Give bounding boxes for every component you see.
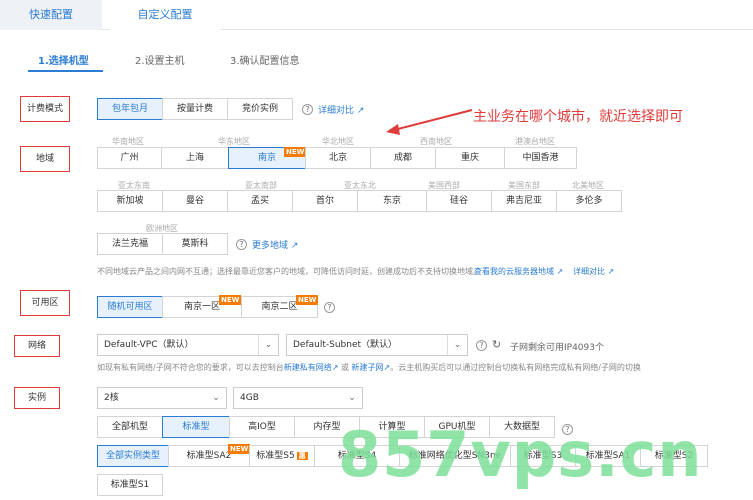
tab-quick-config[interactable]: 快速配置 [0, 0, 102, 30]
chevron-down-icon: ⌄ [258, 335, 278, 355]
type-highio[interactable]: 高IO型 [229, 416, 295, 438]
chevron-down-icon: ⌄ [348, 393, 356, 403]
network-note: 如现有私有网络/子网不符合您的要求，可以去控制台新建私有网络↗ 或 新建子网↗。… [97, 362, 641, 373]
cpu-select[interactable]: 2核 ⌄ [97, 387, 227, 409]
region-singapore[interactable]: 新加坡 [97, 190, 163, 212]
vpc-value: Default-VPC（默认） [104, 340, 194, 350]
label-zone: 可用区 [20, 290, 70, 316]
region-bangkok[interactable]: 曼谷 [162, 190, 228, 212]
group-south-china: 华南地区 [112, 137, 144, 146]
label-region: 地域 [20, 146, 70, 172]
memory-value: 4GB [240, 393, 259, 403]
network-note-prefix: 如现有私有网络/子网不符合您的要求，可以去控制台 [97, 363, 284, 372]
subnet-value: Default-Subnet（默认） [293, 340, 398, 350]
external-link-icon: ↗ [331, 363, 339, 372]
billing-payg[interactable]: 按量计费 [162, 98, 228, 120]
region-moscow[interactable]: 莫斯科 [162, 233, 228, 255]
group-north-china: 华北地区 [322, 137, 354, 146]
help-icon[interactable]: ? [302, 104, 313, 115]
group-east-china: 华东地区 [218, 137, 250, 146]
top-tab-bar: 快速配置 自定义配置 [0, 0, 753, 30]
chevron-down-icon: ⌄ [212, 393, 220, 403]
group-southwest: 西南地区 [420, 137, 452, 146]
step-active-underline [28, 70, 103, 72]
region-toronto[interactable]: 多伦多 [556, 190, 622, 212]
region-shanghai[interactable]: 上海 [161, 147, 229, 169]
annotation-arrow-icon [386, 109, 473, 135]
external-link-icon: ↗ [556, 267, 564, 276]
region-beijing[interactable]: 北京 [305, 147, 371, 169]
region-compare-link[interactable]: 详细对比 ↗ [573, 266, 614, 277]
family-s5-label: 标准型S5 [256, 451, 295, 461]
region-seoul[interactable]: 首尔 [292, 190, 358, 212]
region-virginia[interactable]: 弗吉尼亚 [491, 190, 557, 212]
annotation-text: 主业务在哪个城市，就近选择即可 [473, 109, 683, 125]
label-network: 网络 [14, 335, 60, 357]
region-silicon-valley[interactable]: 硅谷 [426, 190, 492, 212]
help-icon[interactable]: ? [324, 302, 335, 313]
region-frankfurt[interactable]: 法兰克福 [97, 233, 163, 255]
zone-random[interactable]: 随机可用区 [97, 296, 163, 318]
refresh-icon[interactable]: ↻ [492, 338, 501, 351]
network-note-or: 或 [340, 363, 349, 372]
label-billing: 计费模式 [20, 96, 70, 122]
billing-compare-link[interactable]: 详细对比 ↗ [318, 103, 364, 116]
new-badge: NEW [228, 444, 251, 454]
family-s5[interactable]: 标准型S5 惠 [249, 445, 315, 467]
external-link-icon: ↗ [290, 241, 299, 251]
step-confirm[interactable]: 3.确认配置信息 [230, 52, 300, 67]
group-hk-mo-tw: 港澳台地区 [515, 137, 555, 146]
billing-monthly[interactable]: 包年包月 [97, 98, 163, 120]
network-note-suffix: 。云主机购买后可以通过控制台切换私有网络完成私有网络/子网的切换 [390, 363, 641, 372]
vpc-select[interactable]: Default-VPC（默认） ⌄ [97, 334, 279, 356]
subnet-select[interactable]: Default-Subnet（默认） ⌄ [286, 334, 468, 356]
more-regions-link[interactable]: 更多地域 ↗ [252, 238, 298, 251]
tab-custom-config[interactable]: 自定义配置 [110, 0, 220, 30]
my-regions-link[interactable]: 查看我的云服务器地域 ↗ [474, 266, 563, 277]
type-standard[interactable]: 标准型 [162, 416, 230, 438]
watermark-logo: 857vps.cn [338, 418, 703, 491]
external-link-icon: ↗ [607, 267, 615, 276]
new-badge: NEW [296, 295, 319, 305]
help-icon[interactable]: ? [236, 239, 247, 250]
subnet-remaining: 子网剩余可用IP4093个 [510, 343, 604, 353]
step-choose-model[interactable]: 1.选择机型 [38, 52, 89, 67]
new-subnet-link[interactable]: 新建子网 [352, 363, 384, 372]
region-note: 不同地域云产品之间内网不互通；选择最靠近您客户的地域，可降低访问时延，创建成功后… [97, 267, 481, 276]
new-badge: NEW [219, 295, 242, 305]
family-s1[interactable]: 标准型S1 [97, 474, 163, 496]
label-instance: 实例 [14, 387, 60, 409]
memory-select[interactable]: 4GB ⌄ [233, 387, 363, 409]
region-chongqing[interactable]: 重庆 [435, 147, 505, 169]
step-set-host[interactable]: 2.设置主机 [135, 52, 185, 67]
region-chengdu[interactable]: 成都 [370, 147, 436, 169]
type-all[interactable]: 全部机型 [97, 416, 163, 438]
hot-badge: 惠 [296, 452, 308, 460]
chevron-down-icon: ⌄ [447, 335, 467, 355]
new-vpc-link[interactable]: 新建私有网络 [284, 363, 332, 372]
cpu-value: 2核 [104, 393, 119, 403]
region-guangzhou[interactable]: 广州 [97, 147, 162, 169]
new-badge: NEW [284, 147, 307, 157]
region-tokyo[interactable]: 东京 [357, 190, 427, 212]
help-icon[interactable]: ? [476, 340, 487, 351]
family-all[interactable]: 全部实例类型 [97, 445, 169, 467]
billing-spot[interactable]: 竞价实例 [227, 98, 293, 120]
external-link-icon: ↗ [356, 106, 365, 116]
region-hongkong[interactable]: 中国香港 [504, 147, 577, 169]
region-mumbai[interactable]: 孟买 [227, 190, 293, 212]
